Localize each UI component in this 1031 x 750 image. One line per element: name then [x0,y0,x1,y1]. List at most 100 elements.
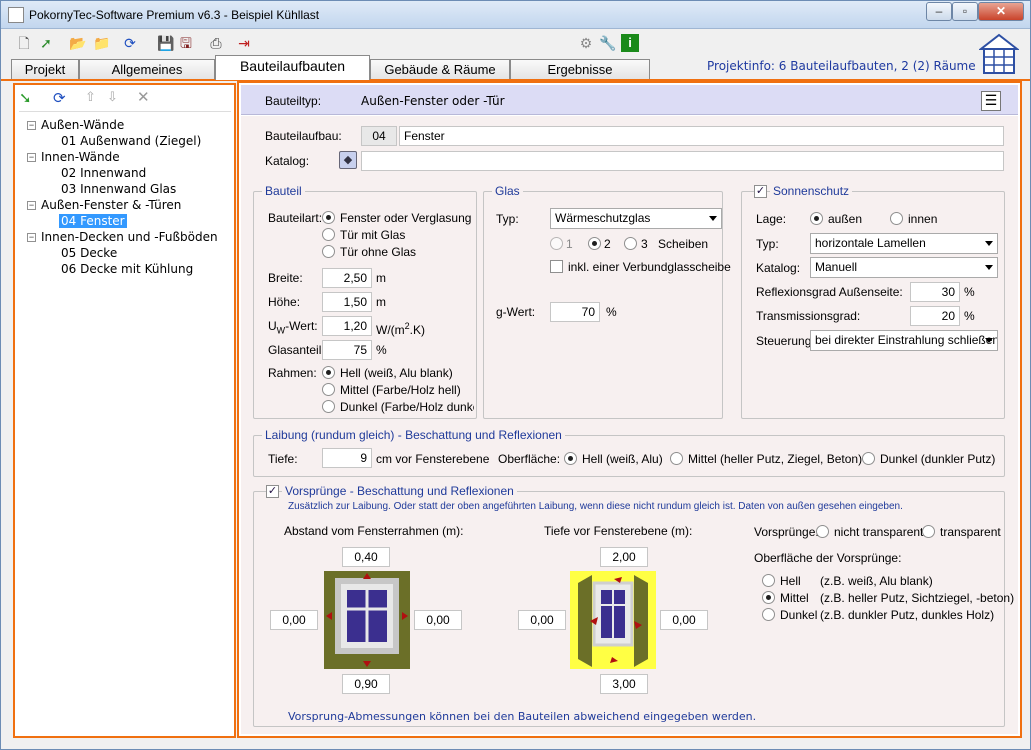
glas-typ-select[interactable]: Wärmeschutzglas [550,208,722,229]
info-icon[interactable]: i [621,34,639,52]
tree-item[interactable]: 06 Decke mit Kühlung [61,261,193,277]
radio-rahmen-mittel[interactable] [322,383,335,396]
tree-item[interactable]: 03 Innenwand Glas [61,181,176,197]
verbundglas-checkbox[interactable] [550,260,563,273]
katalog-input[interactable] [361,151,1004,171]
radio-rahmen-hell[interactable] [322,366,335,379]
tiefe-left-input[interactable]: 0,00 [518,610,566,630]
abstand-top-input[interactable]: 0,40 [342,547,390,567]
abstand-bottom-input[interactable]: 0,90 [342,674,390,694]
chevron-down-icon [985,338,993,343]
sonnenschutz-typ-select[interactable]: horizontale Lamellen [810,233,998,254]
laibung-tiefe-input[interactable]: 9 [322,448,372,468]
refresh-icon[interactable]: ⟳ [121,34,139,52]
expand-icon[interactable]: − [27,201,36,210]
radio-laibung-mittel[interactable] [670,452,683,465]
radio-lage-aussen-label: außen [828,212,863,226]
list-icon[interactable]: ☰ [981,91,1001,111]
sonnenschutz-typ-value: horizontale Lamellen [815,236,926,250]
breite-input[interactable]: 2,50 [322,268,372,288]
radio-rahmen-dunkel-label: Dunkel (Farbe/Holz dunkel [340,400,474,414]
tiefe-bottom-input[interactable]: 3,00 [600,674,648,694]
radio-laibung-hell[interactable] [564,452,577,465]
close-button[interactable]: ✕ [978,2,1024,21]
katalog-icon[interactable]: ◆ [339,151,357,169]
radio-rahmen-dunkel[interactable] [322,400,335,413]
g-wert-input[interactable]: 70 [550,302,600,322]
radio-vorspr-mittel[interactable] [762,591,775,604]
tiefe-top-input[interactable]: 2,00 [600,547,648,567]
radio-fenster[interactable] [322,211,335,224]
tab-allgemeines[interactable]: Allgemeines [79,59,215,80]
wrench-icon[interactable]: 🔧 [599,34,617,52]
move-up-icon[interactable]: ⇧ [85,89,103,107]
minimize-button[interactable]: – [926,2,952,21]
expand-icon[interactable]: − [27,153,36,162]
radio-scheiben-1[interactable] [550,237,563,250]
glasanteil-input[interactable]: 75 [322,340,372,360]
lage-label: Lage: [756,212,787,226]
bauteilaufbau-name-input[interactable]: Fenster [399,126,1004,146]
radio-transparent[interactable] [922,525,935,538]
abstand-left-input[interactable]: 0,00 [270,610,318,630]
radio-tuer-mit-glas[interactable] [322,228,335,241]
tiefe-label: Tiefe vor Fensterebene (m): [544,524,693,538]
save-icon[interactable]: 💾 [157,34,175,52]
tree-group-aussenfenster[interactable]: Außen-Fenster & -Türen [41,197,181,213]
radio-scheiben-3[interactable] [624,237,637,250]
vorspruenge-checkbox[interactable]: ✓ [266,485,279,498]
tab-ergebnisse[interactable]: Ergebnisse [510,59,650,80]
uw-input[interactable]: 1,20 [322,316,372,336]
transmissionsgrad-unit: % [964,309,975,323]
transmissionsgrad-input[interactable]: 20 [910,306,960,326]
exit-icon[interactable]: ⇥ [235,34,253,52]
move-down-icon[interactable]: ⇩ [107,89,125,107]
tree-group-aussenwaende[interactable]: Außen-Wände [41,117,124,133]
abstand-right-input[interactable]: 0,00 [414,610,462,630]
radio-scheiben-2[interactable] [588,237,601,250]
print-icon[interactable]: ⎙ [207,34,225,52]
radio-lage-aussen[interactable] [810,212,823,225]
tab-projekt[interactable]: Projekt [11,59,79,80]
radio-nicht-transparent[interactable] [816,525,829,538]
tree-group-innendecken[interactable]: Innen-Decken und -Fußböden [41,229,218,245]
tree-group-innenwaende[interactable]: Innen-Wände [41,149,120,165]
radio-tuer-ohne-glas[interactable] [322,245,335,258]
tree-item[interactable]: 05 Decke [61,245,117,261]
steuerung-select[interactable]: bei direkter Einstrahlung schließen [810,330,998,351]
radio-vorspr-mittel-label: Mittel [780,591,809,605]
glas-group-title: Glas [492,184,523,198]
form-area: Bauteilaufbau: 04 Fenster Katalog: ◆ Bau… [241,116,1018,734]
expand-icon[interactable]: − [27,233,36,242]
radio-vorspr-hell-label: Hell [780,574,801,588]
new-icon[interactable]: 🗋 [15,34,33,52]
hoehe-input[interactable]: 1,50 [322,292,372,312]
tree-item[interactable]: 01 Außenwand (Ziegel) [61,133,201,149]
g-wert-unit: % [606,305,617,319]
sonnenschutz-checkbox[interactable]: ✓ [754,185,767,198]
house-icon[interactable] [979,33,1019,75]
tree-item[interactable]: 02 Innenwand [61,165,146,181]
tab-gebaeude-raeume[interactable]: Gebäude & Räume [370,59,510,80]
maximize-button[interactable]: ▫ [952,2,978,21]
expand-icon[interactable]: − [27,121,36,130]
add-icon[interactable]: ➘ [19,89,39,107]
open-import-icon[interactable]: ➚ [37,34,55,52]
tree-label: 03 Innenwand Glas [61,182,177,196]
tiefe-right-input[interactable]: 0,00 [660,610,708,630]
delete-icon[interactable]: ✕ [137,88,155,106]
copy-icon[interactable]: ⟳ [53,89,73,107]
radio-vorspr-dunkel[interactable] [762,608,775,621]
save-as-icon[interactable]: 🖫 [177,34,195,52]
gear-icon[interactable]: ⚙ [577,34,595,52]
sonnenschutz-katalog-select[interactable]: Manuell [810,257,998,278]
radio-laibung-dunkel-label: Dunkel (dunkler Putz) [880,452,996,466]
reflexionsgrad-input[interactable]: 30 [910,282,960,302]
tab-bauteilaufbauten[interactable]: Bauteilaufbauten [215,55,370,80]
radio-laibung-dunkel[interactable] [862,452,875,465]
radio-lage-innen[interactable] [890,212,903,225]
folder-export-icon[interactable]: 📁 [93,34,111,52]
radio-vorspr-hell[interactable] [762,574,775,587]
tree-item-selected[interactable]: 04 Fenster [59,213,127,229]
folder-icon[interactable]: 📂 [69,34,87,52]
